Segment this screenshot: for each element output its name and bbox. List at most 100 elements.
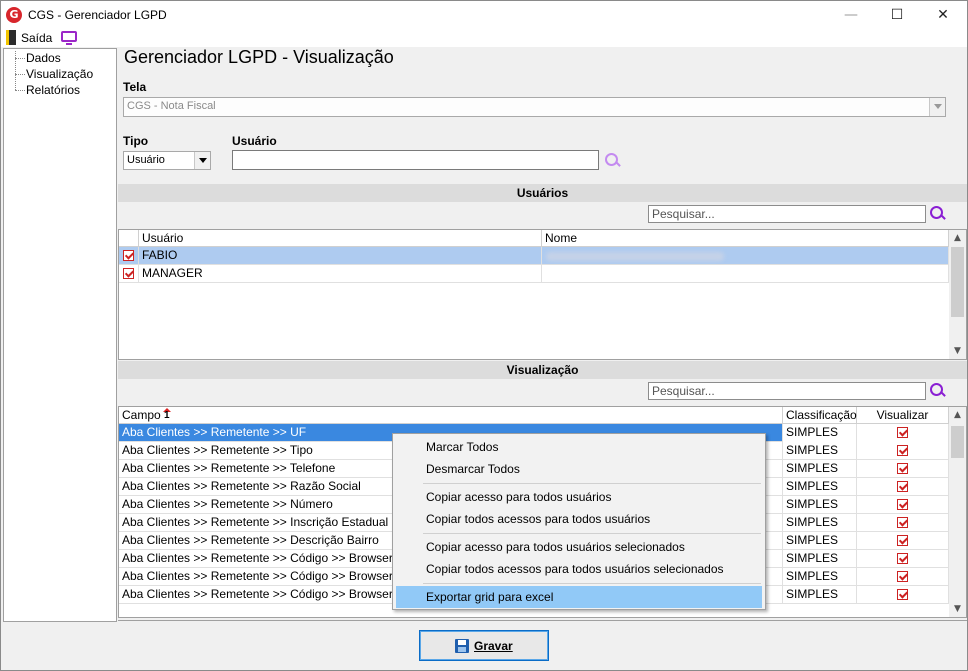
menu-item-copiar-todos-acessos-todos[interactable]: Copiar todos acessos para todos usuários [396, 508, 762, 530]
column-header-classificacao[interactable]: Classificação [783, 407, 857, 424]
checkbox-checked-icon[interactable] [897, 463, 908, 474]
menu-separator [423, 583, 761, 584]
checkbox-checked-icon[interactable] [897, 517, 908, 528]
scroll-thumb[interactable] [951, 426, 964, 458]
tipo-label: Tipo [123, 134, 149, 148]
column-header-campo-label: Campo [122, 408, 161, 422]
maximize-button[interactable]: ☐ [874, 1, 920, 30]
table-row[interactable]: MANAGER [119, 265, 949, 283]
save-button-label: Gravar [474, 639, 513, 653]
usuarios-grid-header: Usuário Nome [119, 230, 949, 247]
menu-separator [423, 533, 761, 534]
usuarios-scrollbar[interactable]: ▲ ▼ [949, 230, 966, 359]
scroll-down-icon[interactable]: ▼ [949, 601, 966, 617]
checkbox-checked-icon[interactable] [897, 535, 908, 546]
tela-select[interactable]: CGS - Nota Fiscal [123, 97, 946, 117]
exit-door-icon[interactable] [6, 30, 16, 45]
cell-visualizar[interactable] [857, 478, 949, 496]
tipo-select[interactable]: Usuário [123, 151, 211, 170]
cell-visualizar[interactable] [857, 460, 949, 478]
cell-visualizar[interactable] [857, 550, 949, 568]
tree-item-relatorios[interactable]: Relatórios [26, 83, 80, 97]
save-button[interactable]: Gravar [419, 630, 549, 661]
context-menu: Marcar Todos Desmarcar Todos Copiar aces… [392, 433, 766, 610]
sort-ascending-icon [163, 408, 171, 421]
title-bar: G CGS - Gerenciador LGPD — ☐ ✕ [1, 1, 967, 30]
chevron-down-icon[interactable] [194, 152, 210, 169]
floppy-disk-icon [455, 639, 469, 653]
checkbox-checked-icon[interactable] [897, 427, 908, 438]
usuarios-search-input[interactable]: Pesquisar... [648, 205, 926, 223]
menu-item-copiar-todos-acessos-selecionados[interactable]: Copiar todos acessos para todos usuários… [396, 558, 762, 580]
cell-visualizar[interactable] [857, 568, 949, 586]
cell-classificacao: SIMPLES [783, 496, 857, 514]
column-header-visualizar[interactable]: Visualizar [857, 407, 949, 424]
menu-item-copiar-acesso-todos[interactable]: Copiar acesso para todos usuários [396, 486, 762, 508]
window-title: CGS - Gerenciador LGPD [28, 8, 167, 22]
cell-classificacao: SIMPLES [783, 586, 857, 604]
cell-classificacao: SIMPLES [783, 550, 857, 568]
scroll-up-icon[interactable]: ▲ [949, 407, 966, 423]
page-title: Gerenciador LGPD - Visualização [124, 47, 394, 67]
scroll-up-icon[interactable]: ▲ [949, 230, 966, 246]
menu-bar: Saída [1, 30, 967, 47]
visualizacao-search-icon[interactable] [928, 382, 946, 400]
close-button[interactable]: ✕ [920, 1, 966, 30]
tree-item-visualizacao[interactable]: Visualização [26, 67, 93, 81]
tree-connector [15, 58, 25, 59]
menu-separator [423, 483, 761, 484]
checkbox-checked-icon[interactable] [897, 499, 908, 510]
tela-select-value: CGS - Nota Fiscal [127, 100, 216, 112]
menu-item-marcar-todos[interactable]: Marcar Todos [396, 436, 762, 458]
column-header-campo[interactable]: Campo [119, 407, 783, 424]
tree-connector [15, 51, 16, 90]
cell-visualizar[interactable] [857, 532, 949, 550]
cell-visualizar[interactable] [857, 514, 949, 532]
chevron-down-icon[interactable] [929, 98, 945, 116]
column-header-nome[interactable]: Nome [542, 230, 949, 247]
cell-classificacao: SIMPLES [783, 460, 857, 478]
menu-item-copiar-acesso-selecionados[interactable]: Copiar acesso para todos usuários seleci… [396, 536, 762, 558]
cell-visualizar[interactable] [857, 586, 949, 604]
row-checkbox-cell[interactable] [119, 265, 139, 283]
column-header-usuario[interactable]: Usuário [139, 230, 542, 247]
tree-connector [15, 74, 25, 75]
checkbox-checked-icon[interactable] [897, 553, 908, 564]
cell-visualizar[interactable] [857, 496, 949, 514]
cell-usuario: MANAGER [139, 265, 542, 283]
scroll-thumb[interactable] [951, 247, 964, 317]
visualizacao-section-header: Visualização [118, 361, 967, 379]
monitor-icon[interactable] [61, 31, 77, 45]
menu-item-exportar-excel[interactable]: Exportar grid para excel [396, 586, 762, 608]
checkbox-column-header [119, 230, 139, 247]
scroll-down-icon[interactable]: ▼ [949, 343, 966, 359]
usuario-input[interactable] [232, 150, 599, 170]
usuarios-section-header: Usuários [118, 184, 967, 202]
table-row[interactable]: FABIO [119, 247, 949, 265]
redacted-name [546, 252, 724, 261]
minimize-button[interactable]: — [828, 1, 874, 30]
cell-classificacao: SIMPLES [783, 532, 857, 550]
row-checkbox-cell[interactable] [119, 247, 139, 265]
cell-visualizar[interactable] [857, 442, 949, 460]
visualizacao-scrollbar[interactable]: ▲ ▼ [949, 407, 966, 617]
checkbox-checked-icon[interactable] [897, 571, 908, 582]
checkbox-checked-icon[interactable] [123, 250, 134, 261]
app-logo-icon: G [6, 7, 22, 23]
tree-item-dados[interactable]: Dados [26, 51, 61, 65]
tela-label: Tela [123, 80, 147, 94]
search-usuario-icon[interactable] [603, 152, 621, 170]
cell-visualizar[interactable] [857, 424, 949, 442]
checkbox-checked-icon[interactable] [123, 268, 134, 279]
checkbox-checked-icon[interactable] [897, 589, 908, 600]
cell-classificacao: SIMPLES [783, 514, 857, 532]
cell-classificacao: SIMPLES [783, 442, 857, 460]
checkbox-checked-icon[interactable] [897, 481, 908, 492]
tree-connector [15, 90, 25, 91]
exit-menu-item[interactable]: Saída [21, 31, 52, 45]
menu-item-desmarcar-todos[interactable]: Desmarcar Todos [396, 458, 762, 480]
visualizacao-search-input[interactable]: Pesquisar... [648, 382, 926, 400]
usuarios-search-icon[interactable] [928, 205, 946, 223]
navigation-tree: Dados Visualização Relatórios [3, 48, 117, 622]
checkbox-checked-icon[interactable] [897, 445, 908, 456]
